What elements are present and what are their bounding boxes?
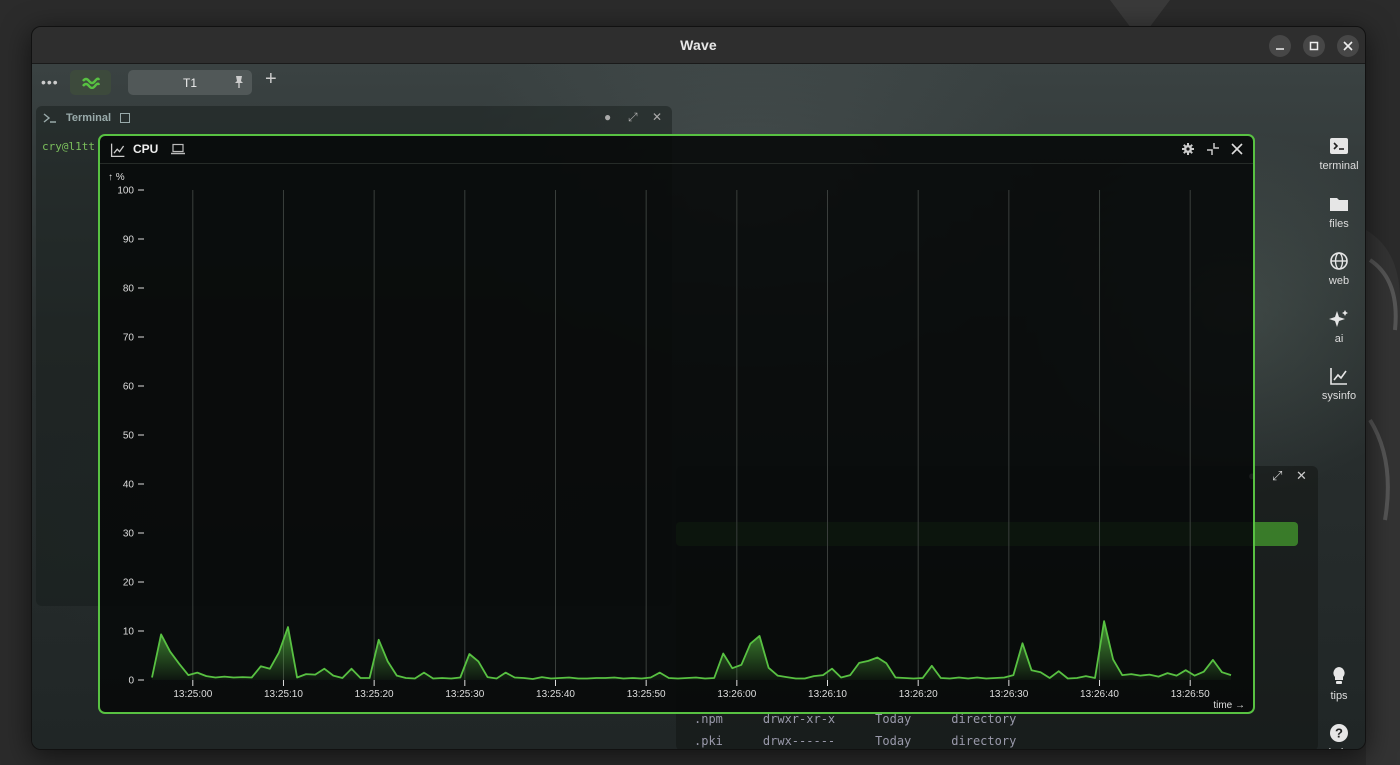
chart-line-icon [1330,368,1347,385]
wave-logo-icon [81,77,100,89]
x-tick-label: 13:25:10 [264,689,303,700]
sparkles-icon [1329,310,1348,327]
x-tick-label: 13:26:50 [1171,689,1210,700]
y-tick-label: 70 [123,333,135,344]
y-tick-label: 10 [123,627,135,638]
sidebar-label: web [1328,275,1350,287]
y-tick-label: 20 [123,578,135,589]
sidebar-item-terminal[interactable]: terminal [1313,136,1365,172]
terminal-prompt-icon [43,113,56,123]
cpu-block-header: CPU [100,136,1253,164]
cpu-block-title: CPU [133,142,159,156]
app-window: Wave ••• T1 + Terminal cry@l1tt ● ⤢ ✕ ⤢ … [31,26,1366,750]
square-icon [120,113,131,123]
folder-icon [1330,198,1348,211]
close-icon[interactable] [1231,143,1243,155]
minimize-icon [1276,48,1284,50]
add-tab-button[interactable]: + [265,68,277,91]
file-name: .pki [694,734,723,748]
file-mode: drwx------ [762,734,836,748]
menu-dots-button[interactable]: ••• [41,74,59,90]
file-type: directory [951,734,1017,748]
x-tick-label: 13:26:10 [808,689,847,700]
y-tick-label: 90 [123,235,135,246]
sidebar-label: files [1329,218,1349,230]
x-tick-label: 13:25:00 [173,689,212,700]
file-type: directory [951,712,1017,726]
terminal-prompt: cry@l1tt [42,140,95,153]
cpu-block[interactable]: CPU ↑ % time → 0 10 20 30 40 50 60 70 80 90 100 13:25… [98,134,1255,714]
sidebar-item-sysinfo[interactable]: sysinfo [1313,366,1365,402]
y-tick-label: 0 [128,676,134,687]
globe-icon [1330,252,1348,270]
expand-icon[interactable]: ⤢ [1272,468,1282,484]
x-axis-label: time → [1213,700,1245,711]
sidebar-label: help [1329,747,1350,749]
close-icon[interactable]: ✕ [1296,468,1307,484]
sidebar-item-help[interactable]: ? help [1313,723,1365,749]
lightbulb-icon [1333,667,1345,684]
chart-line-icon [110,143,125,158]
y-tick-label: 50 [123,431,135,442]
laptop-icon[interactable] [171,143,185,155]
y-tick-label: 40 [123,480,135,491]
y-axis-label: ↑ % [108,172,125,183]
maximize-button[interactable] [1303,35,1325,57]
maximize-icon [1309,41,1319,51]
sidebar-label: terminal [1319,160,1359,172]
x-tick-label: 13:26:00 [717,689,756,700]
close-window-button[interactable] [1337,35,1359,57]
cpu-area [152,621,1231,680]
close-icon [1343,41,1353,51]
sidebar-item-tips[interactable]: tips [1313,666,1365,702]
y-tick-label: 100 [117,186,134,197]
y-tick-label: 30 [123,529,135,540]
file-row[interactable]: .npm drwxr-xr-x Today directory [694,712,1016,726]
x-tick-label: 13:25:50 [627,689,666,700]
tab-label: T1 [182,75,197,90]
file-date: Today [875,734,912,748]
cpu-line [151,620,1232,680]
y-tick-label: 80 [123,284,135,295]
cpu-chart: ↑ % time → 0 10 20 30 40 50 60 70 80 90 100 13:25:00 1… [108,172,1245,711]
x-tick-label: 13:25:20 [355,689,394,700]
terminal-icon [1330,138,1348,154]
sidebar-label: tips [1330,690,1348,702]
wave-logo-button[interactable] [70,70,111,95]
file-mode: drwxr-xr-x [762,712,836,726]
sidebar-label: ai [1334,333,1344,345]
terminal-title: Terminal [66,112,112,124]
x-tick-label: 13:25:30 [445,689,484,700]
tab-bar: ••• T1 + [32,64,1365,102]
expand-icon[interactable]: ⤢ [628,110,638,125]
svg-text:?: ? [1335,726,1343,741]
help-icon: ? [1330,724,1348,742]
tab-t1[interactable]: T1 [128,70,252,95]
x-tick-label: 13:25:40 [536,689,575,700]
pin-icon[interactable] [232,75,246,89]
title-bar: Wave [32,27,1365,64]
sidebar-item-files[interactable]: files [1313,194,1365,230]
file-name: .npm [694,712,723,726]
gear-icon[interactable]: ● [604,110,611,124]
sidebar-item-ai[interactable]: ai [1313,309,1365,345]
window-title: Wave [680,37,717,53]
x-tick-label: 13:26:20 [899,689,938,700]
widget-sidebar: terminal files web ai sysinfo tips ? [1313,102,1365,749]
file-row[interactable]: .pki drwx------ Today directory [694,734,1016,748]
minimize-block-icon[interactable] [1205,141,1221,157]
file-date: Today [875,712,912,726]
sidebar-label: sysinfo [1321,390,1357,402]
gear-icon[interactable] [1181,142,1195,156]
sidebar-item-web[interactable]: web [1313,251,1365,287]
x-tick-label: 13:26:30 [989,689,1028,700]
close-icon[interactable]: ✕ [652,110,662,124]
y-tick-label: 60 [123,382,135,393]
workspace: ••• T1 + Terminal cry@l1tt ● ⤢ ✕ ⤢ ✕ .np… [32,64,1365,749]
terminal-header: Terminal [42,112,131,124]
x-tick-label: 13:26:40 [1080,689,1119,700]
minimize-button[interactable] [1269,35,1291,57]
